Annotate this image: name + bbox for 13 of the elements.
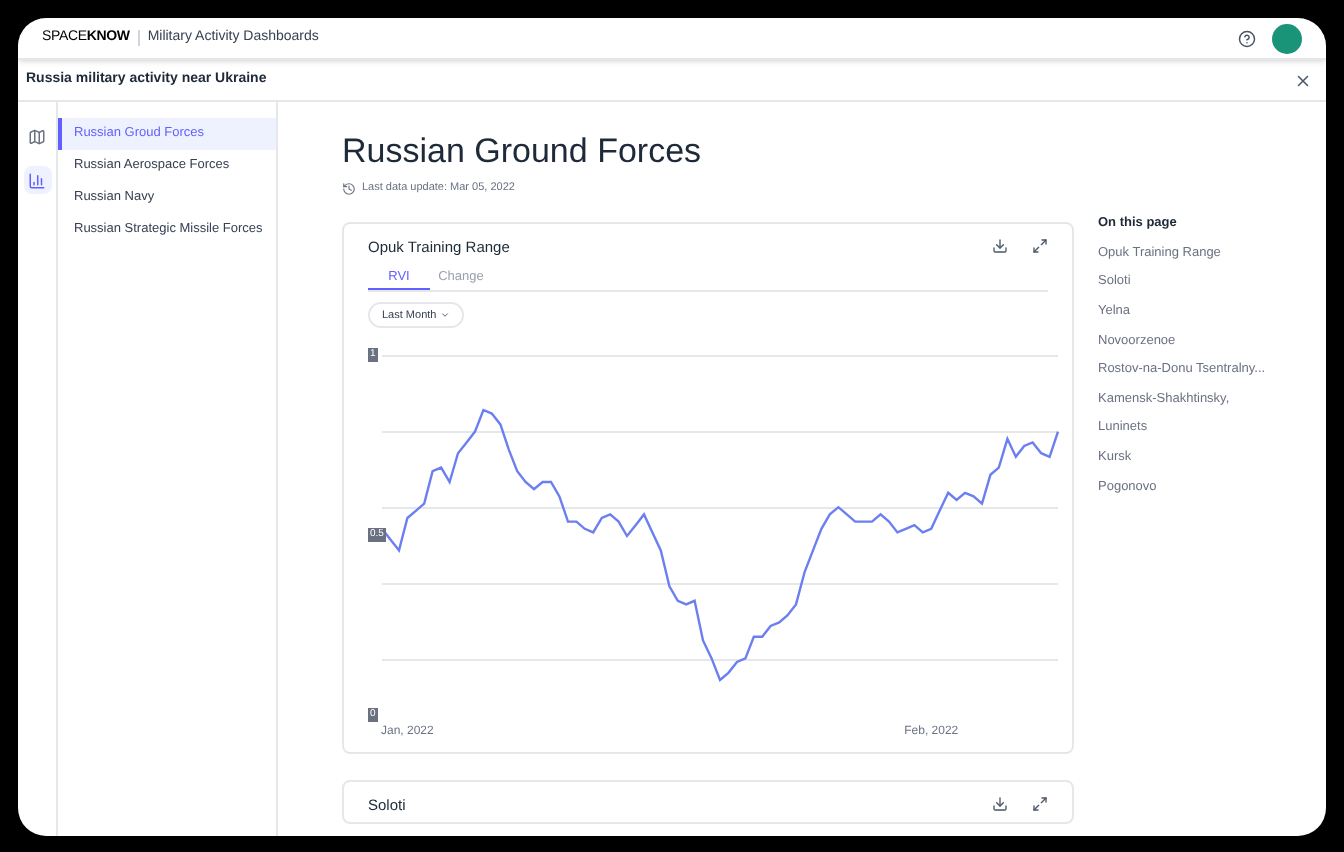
page-title: Russian Ground Forces (342, 132, 704, 172)
expand-icon[interactable] (1032, 796, 1048, 813)
avatar[interactable] (1272, 23, 1302, 53)
download-icon[interactable] (992, 796, 1008, 813)
close-icon[interactable] (1294, 71, 1312, 89)
expand-icon[interactable] (1032, 238, 1048, 255)
chart-icon (28, 171, 46, 189)
help-icon[interactable] (1238, 29, 1256, 47)
map-icon (28, 127, 46, 145)
download-icon[interactable] (992, 238, 1008, 255)
rail-button[interactable] (23, 166, 51, 194)
caret-icon (440, 310, 451, 321)
history-icon (342, 181, 356, 196)
